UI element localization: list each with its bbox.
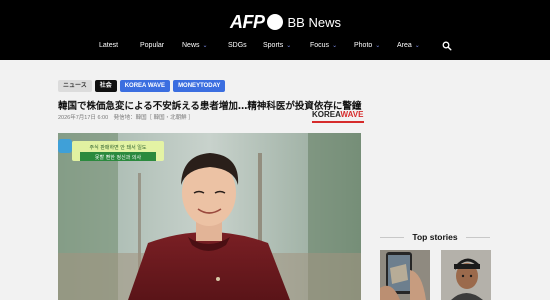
main-content: ニュース 社会 KOREA WAVE MONEYTODAY 韓国で株価急変による… — [0, 60, 550, 300]
photo-caption-line-1: 주식 판매하면 안 돼서 일도 — [90, 144, 147, 151]
divider — [466, 237, 490, 238]
chevron-down-icon: ⌄ — [286, 43, 292, 49]
top-stories-header: Top stories — [380, 230, 490, 244]
tag-news[interactable]: ニュース — [58, 80, 92, 92]
source-logo[interactable]: KOREAWAVE — [312, 110, 363, 119]
chevron-down-icon: ⌄ — [332, 43, 338, 49]
nav-item-news[interactable]: News ⌄ — [182, 38, 208, 54]
article-photo[interactable]: 주식 판매하면 안 돼서 일도 못할 뻔한 정신과 의사 — [58, 133, 361, 300]
tag-moneytoday[interactable]: MONEYTODAY — [173, 80, 226, 92]
nav-item-photo[interactable]: Photo ⌄ — [354, 38, 380, 54]
nav-item-label: Photo — [354, 42, 373, 49]
main-nav: Latest Popular News ⌄ SDGs Sports ⌄ Focus ⌄… — [0, 38, 550, 54]
thumbnail-person-image — [441, 250, 491, 300]
thumbnail-phone-image — [380, 250, 430, 300]
nav-item-sdgs[interactable]: SDGs — [228, 38, 247, 54]
nav-item-label: SDGs — [228, 42, 247, 49]
nav-item-label: Area — [397, 42, 412, 49]
logo-bb-news-text: BB News — [287, 14, 341, 30]
source-logo-underline — [312, 121, 364, 123]
site-logo[interactable]: AFP BB News — [230, 12, 341, 32]
nav-item-focus[interactable]: Focus ⌄ — [310, 38, 337, 54]
nav-item-label: Focus — [310, 42, 330, 49]
chevron-down-icon: ⌄ — [202, 43, 208, 49]
nav-item-label: Popular — [140, 42, 165, 49]
nav-item-latest[interactable]: Latest — [99, 38, 118, 54]
nav-item-label: News — [182, 42, 200, 49]
chevron-down-icon: ⌄ — [375, 43, 381, 49]
nav-item-popular[interactable]: Popular — [140, 38, 164, 54]
nav-item-sports[interactable]: Sports ⌄ — [263, 38, 291, 54]
article-tags: ニュース 社会 KOREA WAVE MONEYTODAY — [58, 80, 226, 92]
photo-caption-line-2: 못할 뻔한 정신과 의사 — [95, 154, 142, 161]
logo-dot-icon — [266, 14, 283, 30]
tag-society[interactable]: 社会 — [94, 80, 117, 92]
tag-korea-wave[interactable]: KOREA WAVE — [119, 80, 171, 92]
source-logo-main: KOREA — [312, 110, 341, 119]
nav-item-label: Sports — [263, 42, 284, 49]
site-header: AFP BB News Latest Popular News ⌄ SDGs Sp… — [0, 0, 550, 60]
search-icon[interactable] — [442, 41, 452, 51]
nav-item-area[interactable]: Area ⌄ — [397, 38, 420, 54]
top-story-thumbnail[interactable] — [380, 250, 430, 300]
top-story-thumbnail[interactable] — [441, 250, 491, 300]
nav-item-label: Latest — [99, 42, 119, 49]
logo-afp-text: AFP — [230, 11, 265, 32]
article-meta: 2026年7月17日 6:00 発信地：韓国［ 韓国・北朝鮮 ］ — [58, 115, 194, 121]
article-photo-illustration: 주식 판매하면 안 돼서 일도 못할 뻔한 정신과 의사 — [58, 133, 361, 300]
source-logo-accent: WAVE — [340, 110, 364, 119]
chevron-down-icon: ⌄ — [414, 43, 420, 49]
